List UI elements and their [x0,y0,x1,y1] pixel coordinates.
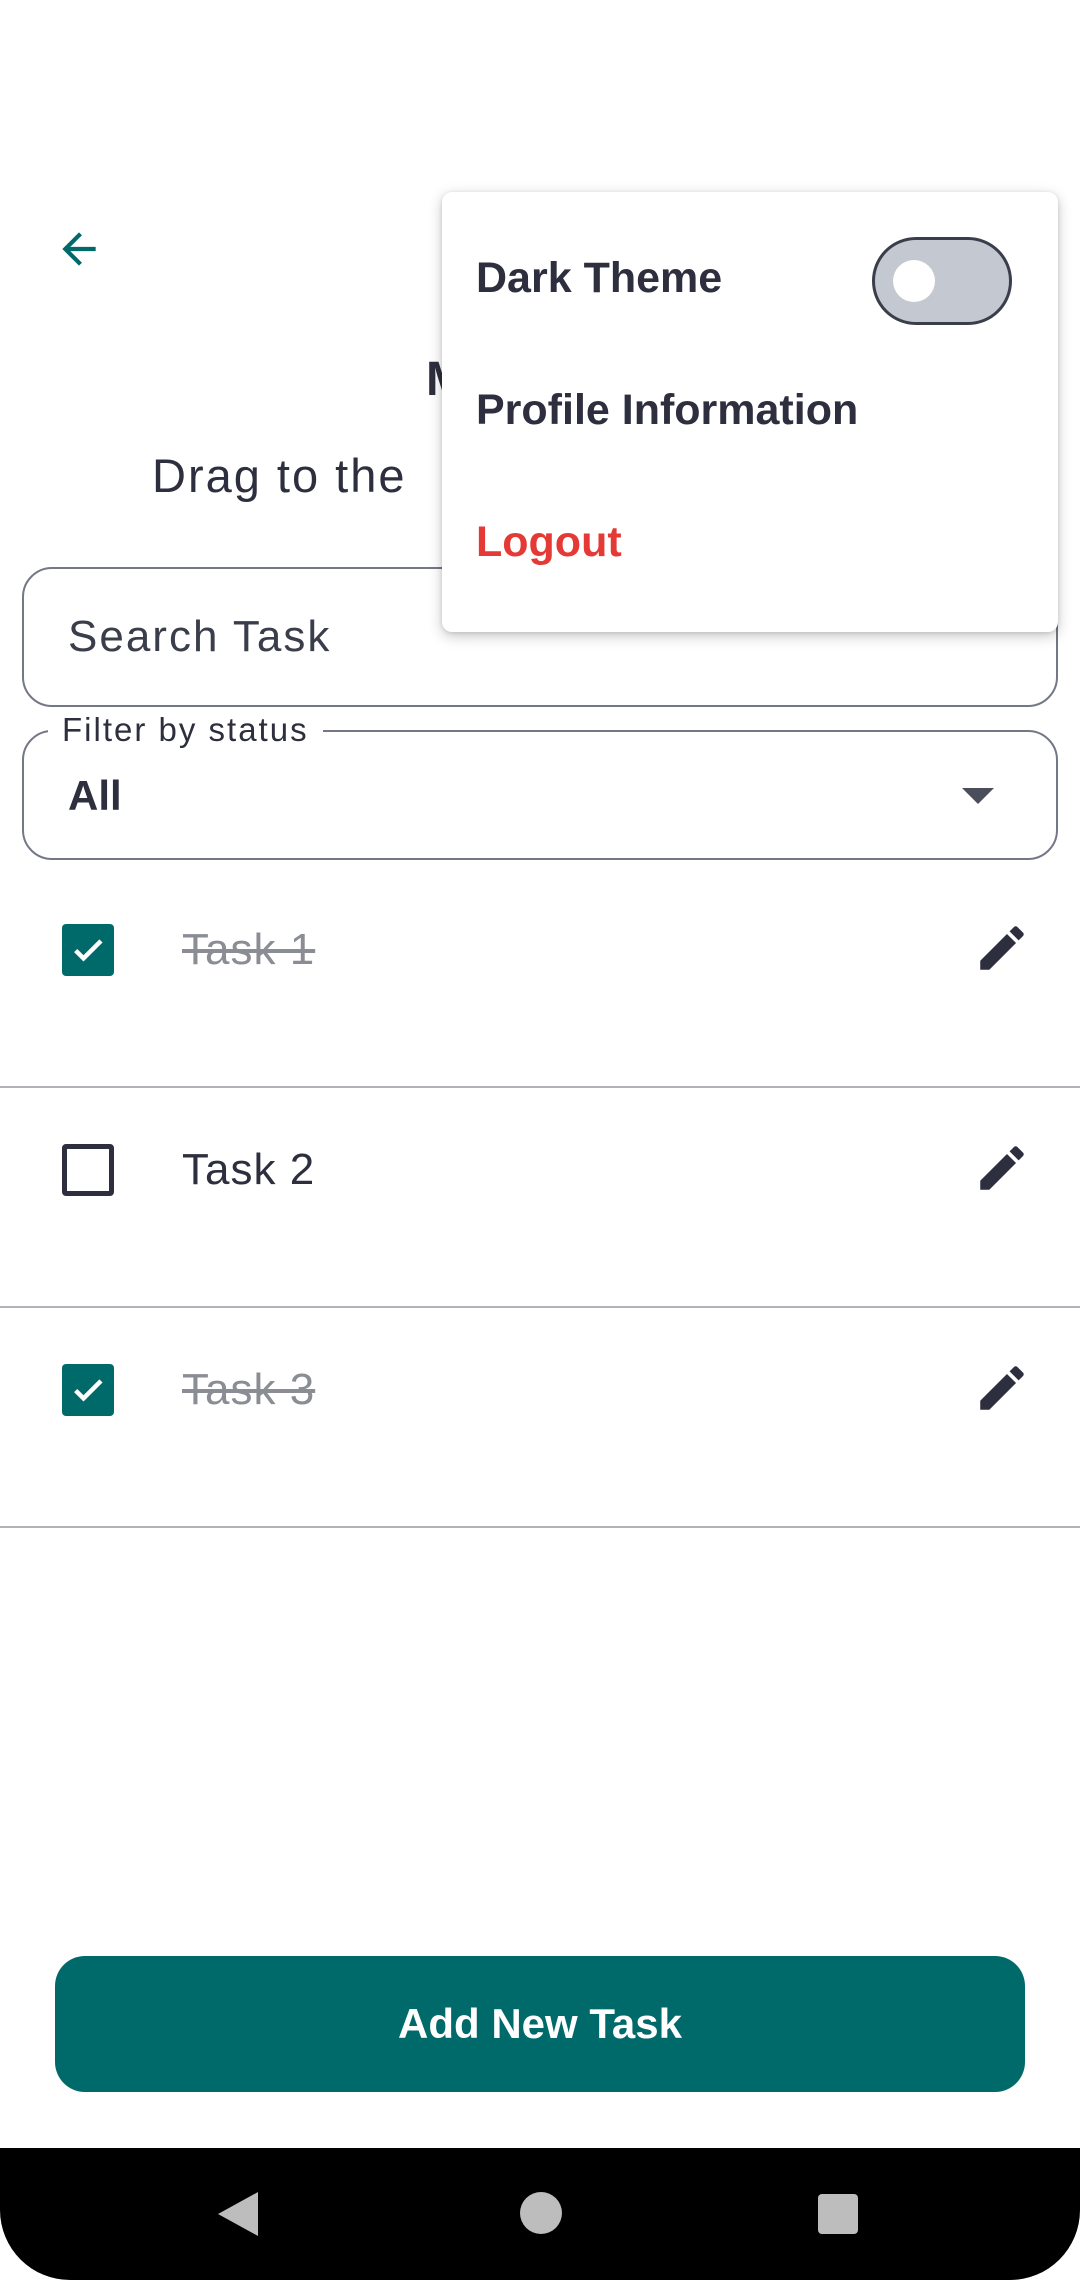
add-new-task-button[interactable]: Add New Task [55,1956,1025,2092]
task-title: Task 2 [182,1145,316,1194]
pencil-icon [980,1366,1024,1410]
pencil-icon [980,926,1024,970]
nav-home-icon[interactable] [520,2192,562,2234]
check-icon [74,939,103,962]
nav-back-icon[interactable] [218,2192,258,2236]
status-filter-dropdown[interactable]: Filter by status All [22,710,1058,860]
menu-item-dark-theme[interactable]: Dark Theme [476,254,722,303]
menu-item-profile-information[interactable]: Profile Information [476,386,858,435]
caret-down-icon [962,788,994,804]
pencil-icon [980,1146,1024,1190]
edit-task-button[interactable] [970,1356,1034,1420]
task-row[interactable]: Task 2 [0,1088,1080,1308]
task-title: Task 1 [182,925,316,974]
task-list: Task 1 Task 2 Task 3 [0,868,1080,1528]
task-row[interactable]: Task 1 [0,868,1080,1088]
task-list-screen: M Drag to the Filter by status All Task … [0,0,1080,2280]
task-row[interactable]: Task 3 [0,1308,1080,1528]
system-navigation-bar [0,2148,1080,2280]
arrow-back-icon [62,232,96,266]
menu-item-logout[interactable]: Logout [476,518,622,567]
filter-label: Filter by status [48,710,323,750]
check-icon [74,1379,103,1402]
edit-task-button[interactable] [970,916,1034,980]
toggle-knob [893,260,935,302]
task-checkbox[interactable] [62,1364,114,1416]
filter-selected-value: All [68,772,122,819]
back-button[interactable] [44,214,114,284]
nav-recents-icon[interactable] [818,2194,858,2234]
edit-task-button[interactable] [970,1136,1034,1200]
overflow-menu: Dark Theme Profile Information Logout [442,192,1058,632]
task-checkbox[interactable] [62,1144,114,1196]
dark-theme-toggle[interactable] [872,237,1012,325]
task-checkbox[interactable] [62,924,114,976]
task-title: Task 3 [182,1365,316,1414]
page-subtitle: Drag to the [152,449,407,502]
